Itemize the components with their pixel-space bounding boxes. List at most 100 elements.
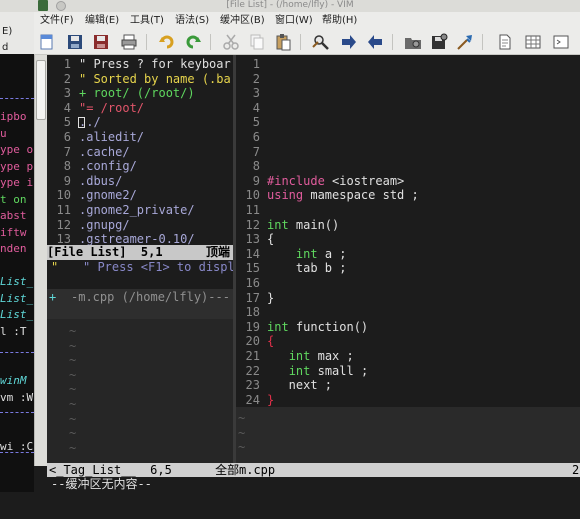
file-list-entry[interactable]: .dbus/ (79, 174, 122, 189)
code-line[interactable]: int small ; (267, 364, 368, 379)
open-icon[interactable] (38, 33, 56, 51)
code-token: a ; (317, 246, 347, 261)
code-token: main() (288, 217, 340, 232)
code-token: } (267, 290, 275, 305)
file-list-entry[interactable]: .gnupg/ (79, 218, 130, 233)
load-session-icon[interactable] (404, 33, 422, 51)
toolbar-separator (392, 34, 393, 50)
file-list-entry[interactable]: + root/ (/root/) (79, 86, 195, 101)
file-list-entry[interactable]: .gnome2_private/ (79, 203, 195, 218)
code-line-number: 19 (245, 319, 260, 334)
background-text-row (0, 407, 34, 421)
code-line[interactable]: int function() (267, 320, 368, 335)
empty-buffer-tilde: ~ (238, 440, 246, 455)
file-list-entry[interactable]: .config/ (79, 159, 137, 174)
code-line[interactable]: } (267, 291, 274, 306)
background-separator-line (0, 98, 34, 99)
code-line-number: 11 (245, 203, 260, 217)
background-text-row: l :T (0, 324, 27, 338)
save-session-icon[interactable] (430, 33, 448, 51)
shell-icon[interactable] (552, 33, 570, 51)
copy-icon[interactable] (248, 33, 266, 51)
code-editor-pane[interactable]: 1 2 3 4 5 6 7 8 9 #include <iostream> 10 using mame… (236, 55, 580, 463)
menu-buffers[interactable]: 缓冲区(B) (220, 14, 265, 28)
code-line-number: 2 (252, 71, 260, 86)
code-line[interactable]: } (267, 393, 274, 408)
code-line-number: 24 (245, 392, 260, 407)
file-list-entry[interactable]: "= /root/ (79, 101, 144, 116)
code-line-number: 1 (252, 57, 260, 71)
menu-edit[interactable]: 编辑(E) (85, 14, 119, 28)
code-line-number: 13 (245, 232, 260, 247)
text-cursor (78, 117, 85, 129)
tag-list-pane[interactable]: " " Press <F1> to displa + -m.cpp (/home… (47, 260, 233, 463)
print-icon[interactable] (120, 33, 138, 51)
redo-icon[interactable] (184, 33, 202, 51)
find-prev-icon[interactable] (366, 33, 384, 51)
background-text-row: List_ (0, 308, 34, 321)
background-text-row: List_ (0, 275, 34, 288)
window-titlebar[interactable]: [File List] - (/home/lfly) - VIM (0, 0, 580, 12)
command-line[interactable]: --缓冲区无内容-- (47, 477, 580, 492)
file-list-line-number: 10 (56, 188, 71, 203)
file-list-entry[interactable]: .aliedit/ (79, 130, 144, 145)
code-line[interactable]: int max ; (267, 349, 354, 364)
cut-icon[interactable] (222, 33, 240, 51)
toolbar (34, 30, 580, 55)
empty-buffer-tilde: ~ (69, 324, 77, 338)
run-script-icon[interactable] (456, 33, 474, 51)
make-icon[interactable] (496, 33, 514, 51)
menu-tools[interactable]: 工具(T) (130, 14, 164, 28)
background-terminal-window: ipbo u ype o ype p ype i t on abst iftw nden List… (0, 0, 34, 492)
file-list-line-number: 8 (63, 159, 71, 174)
tags-icon[interactable] (524, 33, 542, 51)
file-list-entry[interactable]: " Sorted by name (.ba (79, 72, 231, 87)
menu-syntax[interactable]: 语法(S) (175, 14, 209, 28)
file-list-entry[interactable]: .gnome2/ (79, 188, 137, 203)
undo-icon[interactable] (158, 33, 176, 51)
code-empty-area (236, 407, 580, 463)
code-line[interactable]: using mamespace std ; (267, 188, 419, 203)
code-line[interactable]: int main() (267, 218, 339, 233)
empty-buffer-tilde: ~ (238, 411, 246, 425)
file-list-line-number: 9 (63, 173, 71, 188)
code-line-number: 15 (245, 261, 260, 276)
background-text-row: abst (0, 209, 27, 222)
background-text-row: vm :W (0, 390, 34, 404)
file-list-line-number: 11 (56, 203, 71, 217)
menu-file[interactable]: 文件(F) (40, 14, 74, 28)
paste-icon[interactable] (274, 33, 292, 51)
code-token: } (267, 392, 275, 407)
file-list-entry[interactable]: .cache/ (79, 145, 130, 160)
background-text-row: winM (0, 374, 27, 387)
scrollbar[interactable] (34, 54, 47, 466)
code-line[interactable]: { (267, 232, 274, 247)
code-line[interactable]: int a ; (267, 247, 347, 262)
current-file-name: m.cpp (239, 463, 276, 477)
code-token: next ; (267, 378, 333, 393)
menu-window[interactable]: 窗口(W) (275, 14, 313, 28)
file-list-entry[interactable]: " Press ? for keyboar (79, 57, 231, 72)
background-separator-line (0, 452, 34, 453)
code-line[interactable]: { (267, 334, 274, 349)
menu-help[interactable]: 帮助(H) (322, 14, 357, 28)
code-line-number: 10 (245, 188, 260, 203)
code-line[interactable]: tab b ; (267, 261, 347, 276)
code-line[interactable]: next ; (267, 378, 332, 393)
find-replace-icon[interactable] (312, 33, 330, 51)
code-line-number: 8 (252, 159, 260, 174)
save-all-icon[interactable] (92, 33, 110, 51)
tag-list-file-entry[interactable]: -m.cpp (/home/lfly)--- (71, 290, 230, 305)
file-list-entry[interactable]: .gstreamer-0.10/ (79, 232, 195, 245)
toolbar-separator (300, 34, 301, 50)
save-icon[interactable] (66, 33, 84, 51)
empty-buffer-tilde: ~ (69, 426, 77, 441)
tag-list-fold-marker[interactable]: + (49, 290, 56, 305)
background-text-row: ipbo (0, 110, 27, 123)
tag-list-statusline: <_Tag_List__ 6,5 全部 (49, 463, 240, 477)
file-list-pane[interactable]: 1 " Press ? for keyboar 2 " Sorted by name … (47, 55, 233, 245)
code-line-number: 6 (252, 130, 260, 144)
find-next-icon[interactable] (340, 33, 358, 51)
scrollbar-thumb[interactable] (36, 60, 46, 120)
code-line[interactable]: #include <iostream> (267, 174, 404, 189)
